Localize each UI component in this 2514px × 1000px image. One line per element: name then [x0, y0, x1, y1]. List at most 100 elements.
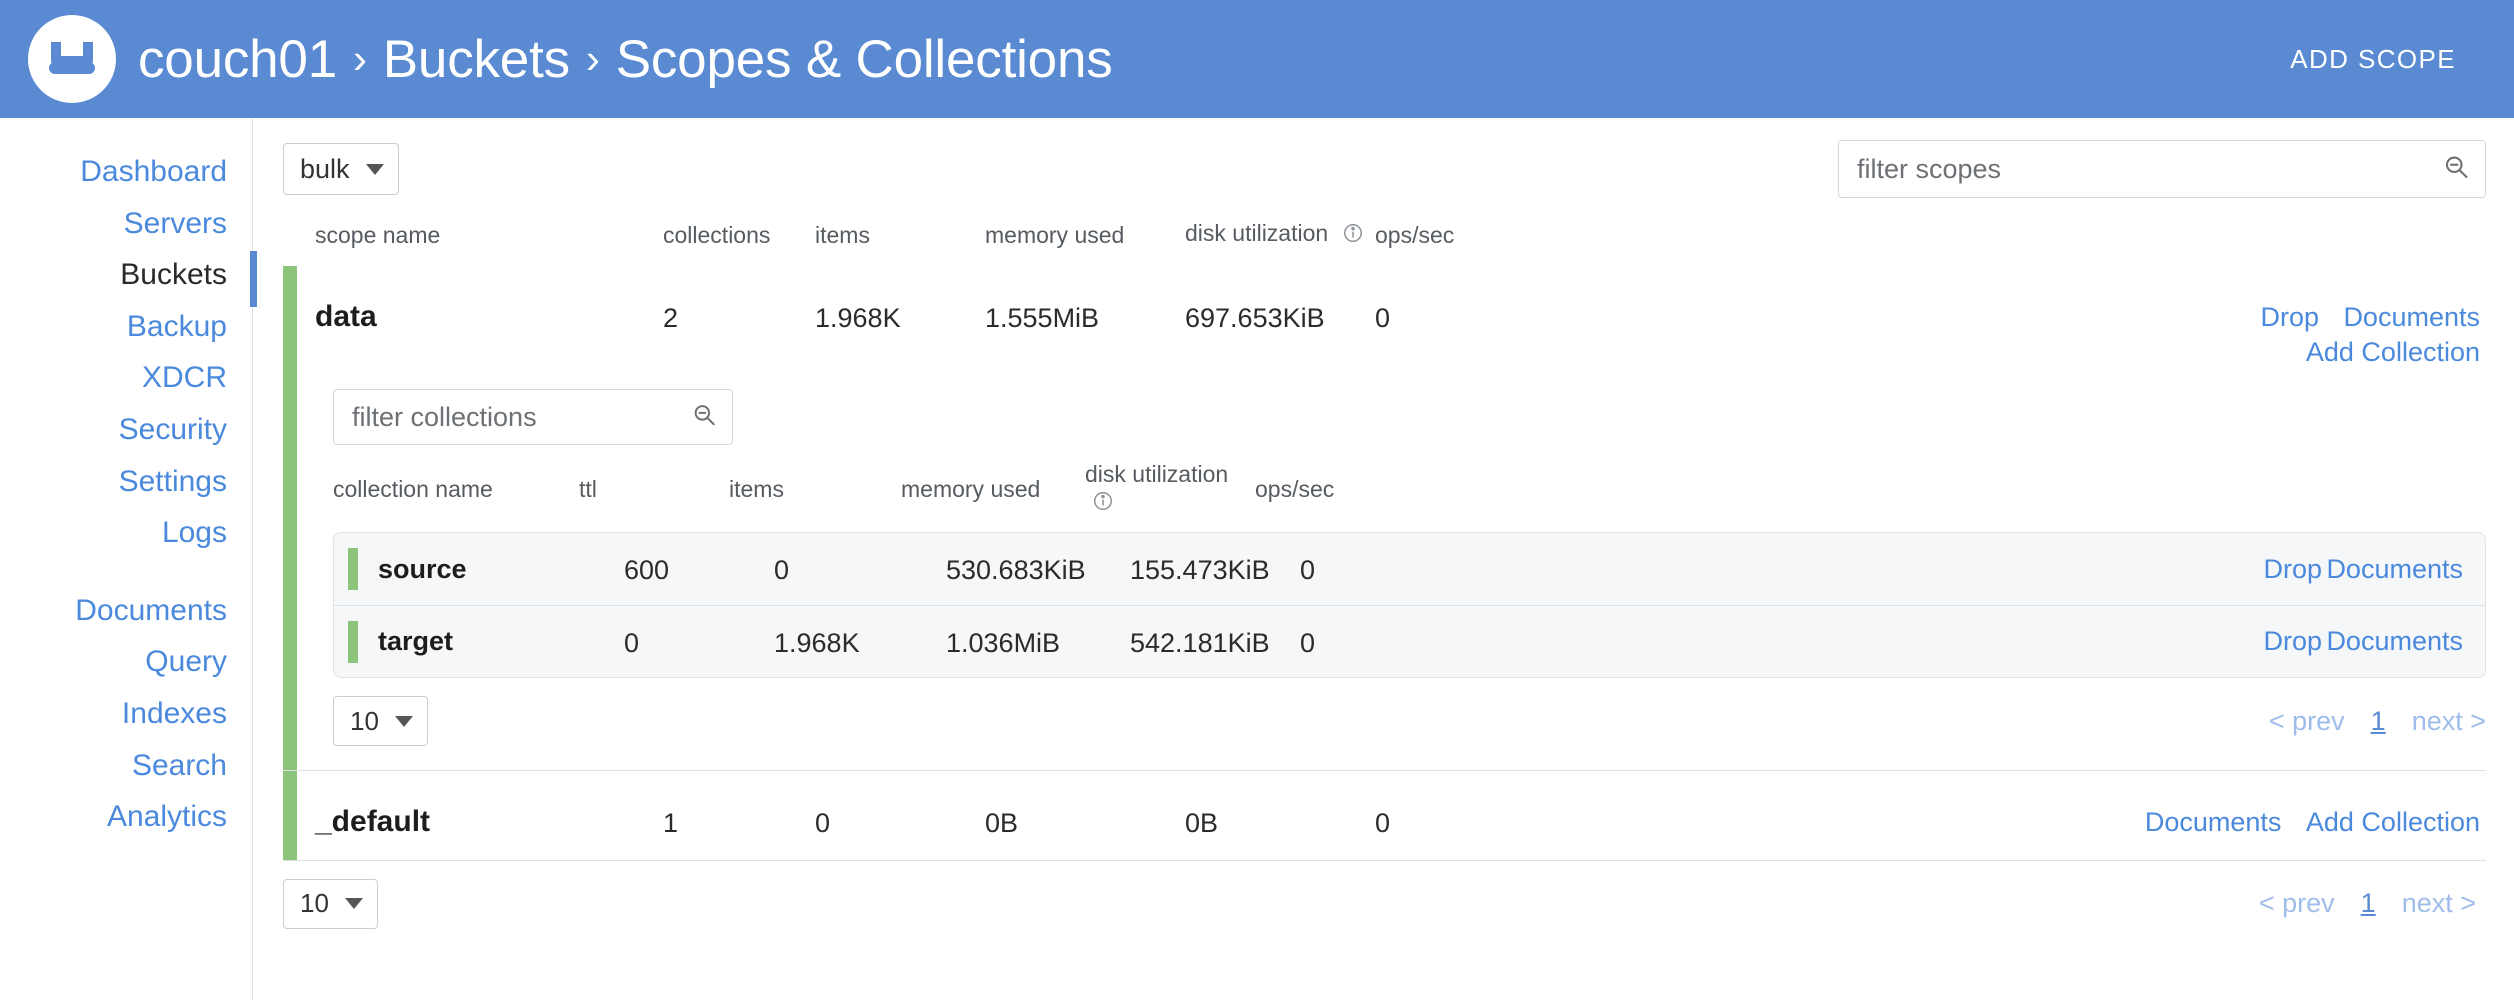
add-scope-button[interactable]: ADD SCOPE: [2290, 44, 2456, 75]
chevron-down-icon: [366, 164, 384, 175]
breadcrumb: couch01 › Buckets › Scopes & Collections: [138, 33, 1113, 86]
collection-disk-utilization: 155.473KiB: [1130, 552, 1300, 586]
scope-memory-used: 0B: [985, 805, 1185, 839]
sidebar-item-backup[interactable]: Backup: [0, 301, 252, 353]
breadcrumb-item-scopes: Scopes & Collections: [616, 33, 1113, 86]
collection-memory-used: 1.036MiB: [946, 625, 1130, 659]
info-icon[interactable]: [1092, 491, 1114, 517]
chevron-down-icon: [345, 898, 363, 909]
col-ttl: ttl: [579, 476, 729, 503]
scope-documents-link[interactable]: Documents: [2343, 302, 2480, 332]
scopes-pagination: < prev 1 next >: [2259, 888, 2476, 919]
couchbase-logo-icon: [28, 15, 116, 103]
chevron-right-icon: ›: [353, 38, 367, 80]
sidebar-item-security[interactable]: Security: [0, 404, 252, 456]
col-scope-name: scope name: [283, 222, 663, 249]
collection-ttl: 600: [624, 552, 774, 586]
collections-page-size-select[interactable]: 10: [333, 696, 428, 746]
sidebar-item-analytics[interactable]: Analytics: [0, 791, 252, 843]
col-memory-used: memory used: [985, 222, 1185, 249]
collection-disk-utilization: 542.181KiB: [1130, 625, 1300, 659]
sidebar-item-indexes[interactable]: Indexes: [0, 688, 252, 740]
collections-prev-link[interactable]: < prev: [2269, 706, 2345, 737]
scope-ops-sec: 0: [1375, 805, 1535, 839]
collection-actions: Drop Documents: [1450, 554, 2485, 585]
bucket-select-value: bulk: [300, 154, 350, 185]
col-items: items: [815, 222, 985, 249]
collection-drop-link[interactable]: Drop: [2263, 554, 2322, 584]
collections-table-header: collection name ttl items memory used di…: [333, 445, 2486, 532]
collection-name: target: [378, 626, 624, 657]
scope-actions: Documents Add Collection: [1535, 805, 2486, 840]
sidebar-item-query[interactable]: Query: [0, 636, 252, 688]
collection-documents-link[interactable]: Documents: [2326, 626, 2463, 656]
collection-accent-bar: [348, 621, 358, 663]
scope-actions-row2: Add Collection: [1535, 335, 2480, 370]
scope-add-collection-link[interactable]: Add Collection: [2306, 807, 2480, 837]
col-coll-ops-sec: ops/sec: [1255, 476, 1405, 503]
scopes-next-link[interactable]: next >: [2402, 888, 2476, 919]
collection-memory-used: 530.683KiB: [946, 552, 1130, 586]
scopes-page-1[interactable]: 1: [2361, 888, 2376, 919]
collection-items: 0: [774, 552, 946, 586]
col-coll-memory-used: memory used: [901, 476, 1085, 503]
breadcrumb-item-cluster[interactable]: couch01: [138, 33, 337, 86]
scope-row[interactable]: data 2 1.968K 1.555MiB 697.653KiB 0 Drop…: [283, 266, 2486, 389]
scope-items: 1.968K: [815, 300, 985, 334]
collections-page-1[interactable]: 1: [2371, 706, 2386, 737]
collections-pagination: < prev 1 next >: [2269, 706, 2486, 737]
scope-accent-bar: [283, 266, 297, 770]
collection-drop-link[interactable]: Drop: [2263, 626, 2322, 656]
app-header: couch01 › Buckets › Scopes & Collections…: [0, 0, 2514, 118]
scopes-page-size-select[interactable]: 10: [283, 879, 378, 929]
collection-ops-sec: 0: [1300, 552, 1450, 586]
scope-actions: Drop Documents Add Collection: [1535, 300, 2486, 369]
chevron-right-icon: ›: [586, 38, 600, 80]
sidebar-item-documents[interactable]: Documents: [0, 585, 252, 637]
scope-documents-link[interactable]: Documents: [2145, 807, 2282, 837]
scope-memory-used: 1.555MiB: [985, 300, 1185, 334]
sidebar-item-search[interactable]: Search: [0, 740, 252, 792]
collections-next-link[interactable]: next >: [2412, 706, 2486, 737]
col-collections: collections: [663, 222, 815, 249]
sidebar-item-servers[interactable]: Servers: [0, 198, 252, 250]
collection-ops-sec: 0: [1300, 625, 1450, 659]
scope-block-default: _default 1 0 0B 0B 0 Documents Add Colle…: [283, 770, 2486, 860]
sidebar: Dashboard Servers Buckets Backup XDCR Se…: [0, 118, 253, 1000]
table-row[interactable]: source 600 0 530.683KiB 155.473KiB 0 Dro…: [334, 533, 2485, 605]
info-icon[interactable]: [1342, 223, 1364, 249]
scope-items: 0: [815, 805, 985, 839]
scope-drop-link[interactable]: Drop: [2260, 302, 2319, 332]
scope-block-data: data 2 1.968K 1.555MiB 697.653KiB 0 Drop…: [283, 266, 2486, 770]
table-row[interactable]: target 0 1.968K 1.036MiB 542.181KiB 0 Dr…: [334, 605, 2485, 677]
scope-ops-sec: 0: [1375, 300, 1535, 334]
col-disk-utilization: disk utilization: [1185, 220, 1375, 250]
filter-collections-input[interactable]: [333, 389, 733, 445]
scope-row[interactable]: _default 1 0 0B 0B 0 Documents Add Colle…: [283, 771, 2486, 860]
scope-collections: 1: [663, 805, 815, 839]
sidebar-item-buckets[interactable]: Buckets: [0, 249, 252, 301]
body: Dashboard Servers Buckets Backup XDCR Se…: [0, 118, 2514, 1000]
filter-scopes-input[interactable]: [1838, 140, 2486, 198]
collections-panel: collection name ttl items memory used di…: [283, 389, 2486, 770]
col-coll-disk-label: disk utilization: [1085, 461, 1228, 487]
sidebar-item-logs[interactable]: Logs: [0, 507, 252, 559]
scope-add-collection-link[interactable]: Add Collection: [2306, 337, 2480, 367]
collection-ttl: 0: [624, 625, 774, 659]
col-disk-utilization-label: disk utilization: [1185, 220, 1328, 246]
collection-actions: Drop Documents: [1450, 626, 2485, 657]
scope-disk-utilization: 697.653KiB: [1185, 300, 1375, 334]
col-coll-disk-utilization: disk utilization: [1085, 461, 1255, 518]
sidebar-item-dashboard[interactable]: Dashboard: [0, 146, 252, 198]
scopes-pager: 10 < prev 1 next >: [283, 861, 2486, 939]
breadcrumb-item-buckets[interactable]: Buckets: [383, 33, 570, 86]
bucket-select[interactable]: bulk: [283, 143, 399, 195]
scopes-prev-link[interactable]: < prev: [2259, 888, 2335, 919]
sidebar-item-settings[interactable]: Settings: [0, 456, 252, 508]
collection-documents-link[interactable]: Documents: [2326, 554, 2463, 584]
col-coll-items: items: [729, 476, 901, 503]
sidebar-divider: [0, 559, 252, 585]
scopes-table-header: scope name collections items memory used…: [283, 210, 2486, 266]
sidebar-item-xdcr[interactable]: XDCR: [0, 352, 252, 404]
scope-accent-bar: [283, 771, 297, 860]
